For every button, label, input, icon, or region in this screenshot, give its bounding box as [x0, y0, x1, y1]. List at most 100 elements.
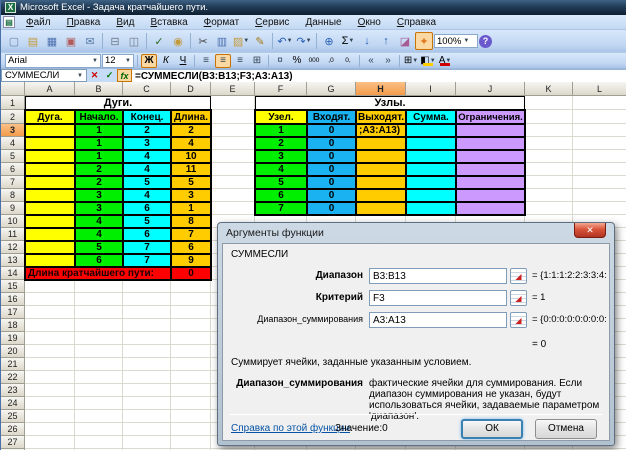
cell-D12[interactable]: 6 — [171, 241, 211, 254]
format-painter-icon[interactable]: ✎ — [251, 32, 269, 50]
ok-button[interactable]: ОК — [461, 419, 523, 439]
cell-B25[interactable] — [75, 410, 123, 423]
cell-E7[interactable] — [211, 176, 255, 189]
cell-H8[interactable] — [356, 189, 406, 202]
row-header-12[interactable]: 12 — [1, 241, 25, 254]
cell-A25[interactable] — [25, 410, 75, 423]
borders-icon[interactable]: ⊞ ▼ — [403, 54, 419, 68]
cell-E1[interactable] — [211, 96, 255, 110]
cell-B20[interactable] — [75, 345, 123, 358]
increase-decimal-icon[interactable]: ,0 — [323, 54, 339, 68]
cell-C15[interactable] — [123, 280, 171, 293]
row-header-16[interactable]: 16 — [1, 293, 25, 306]
font-size-select[interactable]: 12 ▼ — [102, 53, 134, 68]
cell-H5[interactable] — [356, 150, 406, 163]
cell-L8[interactable] — [573, 189, 626, 202]
cell-I8[interactable] — [406, 189, 456, 202]
cell-A3[interactable] — [25, 124, 75, 137]
range-picker-button[interactable]: ◢ — [510, 290, 527, 306]
cell-A1[interactable]: Дуги. — [25, 96, 211, 110]
row-header-14[interactable]: 14 — [1, 267, 25, 280]
cell-C10[interactable]: 5 — [123, 215, 171, 228]
cell-I3[interactable] — [406, 124, 456, 137]
cell-D16[interactable] — [171, 293, 211, 306]
cell-A23[interactable] — [25, 384, 75, 397]
cell-L9[interactable] — [573, 202, 626, 215]
cell-A18[interactable] — [25, 319, 75, 332]
cell-D7[interactable]: 5 — [171, 176, 211, 189]
cell-H9[interactable] — [356, 202, 406, 215]
cell-F8[interactable]: 6 — [255, 189, 307, 202]
cell-C20[interactable] — [123, 345, 171, 358]
cell-B22[interactable] — [75, 371, 123, 384]
cell-L7[interactable] — [573, 176, 626, 189]
cell-F7[interactable]: 5 — [255, 176, 307, 189]
cell-C17[interactable] — [123, 306, 171, 319]
argument-input[interactable]: B3:B13 — [369, 268, 507, 284]
cell-C7[interactable]: 5 — [123, 176, 171, 189]
merge-center-icon[interactable]: ⊞ — [249, 54, 265, 68]
cell-D4[interactable]: 4 — [171, 137, 211, 150]
row-header-5[interactable]: 5 — [1, 150, 25, 163]
column-header-L[interactable]: L — [573, 82, 626, 96]
cell-A8[interactable] — [25, 189, 75, 202]
column-header-J[interactable]: J — [456, 82, 525, 96]
column-header-H[interactable]: H — [356, 82, 406, 96]
cell-J3[interactable] — [456, 124, 525, 137]
cell-J4[interactable] — [456, 137, 525, 150]
cell-F5[interactable]: 3 — [255, 150, 307, 163]
cell-D23[interactable] — [171, 384, 211, 397]
cell-D25[interactable] — [171, 410, 211, 423]
increase-indent-icon[interactable]: » — [380, 54, 396, 68]
cell-A14[interactable]: Длина кратчайшего пути: — [25, 267, 171, 280]
cell-I6[interactable] — [406, 163, 456, 176]
cell-B5[interactable]: 1 — [75, 150, 123, 163]
cell-C25[interactable] — [123, 410, 171, 423]
cell-B23[interactable] — [75, 384, 123, 397]
cell-D20[interactable] — [171, 345, 211, 358]
cell-C11[interactable]: 6 — [123, 228, 171, 241]
cell-B18[interactable] — [75, 319, 123, 332]
cancel-button[interactable]: Отмена — [535, 419, 597, 439]
cell-B6[interactable]: 2 — [75, 163, 123, 176]
cell-L1[interactable] — [573, 96, 626, 110]
cell-D19[interactable] — [171, 332, 211, 345]
cell-A11[interactable] — [25, 228, 75, 241]
cell-B15[interactable] — [75, 280, 123, 293]
cell-D14[interactable]: 0 — [171, 267, 211, 280]
cell-A27[interactable] — [25, 436, 75, 449]
cell-B17[interactable] — [75, 306, 123, 319]
argument-input[interactable]: F3 — [369, 290, 507, 306]
cell-B19[interactable] — [75, 332, 123, 345]
cell-B26[interactable] — [75, 423, 123, 436]
menu-item-справка[interactable]: Справка — [390, 16, 443, 29]
cell-C8[interactable]: 4 — [123, 189, 171, 202]
cell-K1[interactable] — [525, 96, 573, 110]
cell-I7[interactable] — [406, 176, 456, 189]
comma-style-icon[interactable]: 000 — [306, 54, 322, 68]
cell-D5[interactable]: 10 — [171, 150, 211, 163]
cell-B24[interactable] — [75, 397, 123, 410]
align-center-icon[interactable]: ≡ — [215, 53, 231, 68]
cell-D15[interactable] — [171, 280, 211, 293]
cell-E9[interactable] — [211, 202, 255, 215]
currency-style-icon[interactable]: ¤ — [272, 54, 288, 68]
column-header-F[interactable]: F — [255, 82, 307, 96]
cell-F4[interactable]: 2 — [255, 137, 307, 150]
chart-wizard-icon[interactable]: ◪ — [396, 32, 414, 50]
cell-D2[interactable]: Длина. — [171, 110, 211, 124]
cell-L6[interactable] — [573, 163, 626, 176]
open-icon[interactable]: ▤ — [24, 32, 42, 50]
column-header-B[interactable]: B — [75, 82, 123, 96]
cell-D21[interactable] — [171, 358, 211, 371]
cell-C27[interactable] — [123, 436, 171, 449]
row-header-6[interactable]: 6 — [1, 163, 25, 176]
fill-color-icon[interactable]: ◧ ▼ — [420, 54, 436, 68]
cell-B2[interactable]: Начало. — [75, 110, 123, 124]
name-box-dropdown-icon[interactable]: ▼ — [77, 73, 83, 79]
row-header-26[interactable]: 26 — [1, 423, 25, 436]
menu-item-сервис[interactable]: Сервис — [248, 16, 296, 29]
cell-C6[interactable]: 4 — [123, 163, 171, 176]
cell-F3[interactable]: 1 — [255, 124, 307, 137]
row-header-15[interactable]: 15 — [1, 280, 25, 293]
